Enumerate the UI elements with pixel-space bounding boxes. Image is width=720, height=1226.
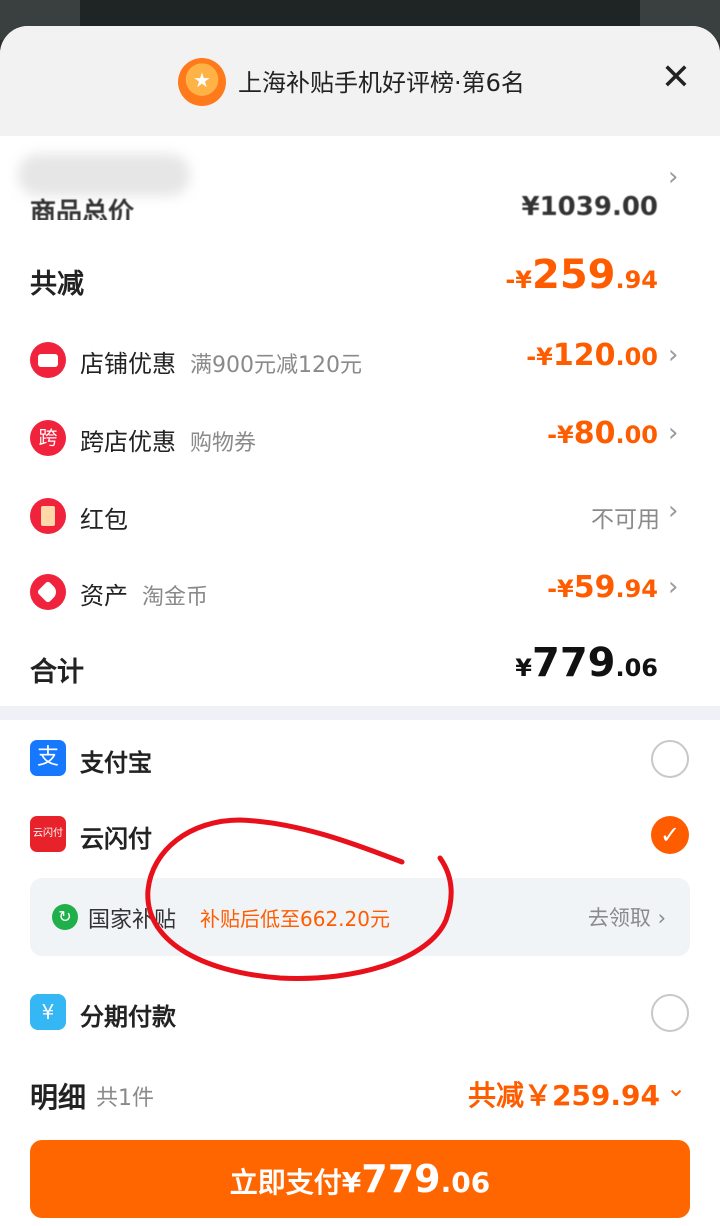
cross-store-amount: -¥80.00 <box>547 416 658 451</box>
alipay-icon: 支 <box>30 740 66 776</box>
claim-subsidy-link[interactable]: 去领取 › <box>588 902 666 932</box>
pay-int: 779 <box>361 1157 441 1201</box>
store-discount-label: 店铺优惠 <box>80 350 176 378</box>
store-discount-amount: -¥120.00 <box>526 338 658 373</box>
cross-dec: .00 <box>615 421 658 449</box>
cross-int: 80 <box>573 416 616 451</box>
checkout-sheet: ★ 上海补贴手机好评榜·第6名 ✕ › 商品总价 ¥1039.00 共减 -¥2… <box>0 26 720 1226</box>
chevron-right-icon: › <box>668 572 679 602</box>
store-prefix: -¥ <box>526 343 553 371</box>
assets-dec: .94 <box>615 575 658 603</box>
installment-label: 分期付款 <box>80 1003 176 1031</box>
subsidy-desc: 补贴后低至662.20元 <box>200 907 390 931</box>
red-envelope-row[interactable]: 红包 不可用 › <box>0 494 720 538</box>
discount-prefix: -¥ <box>505 266 532 294</box>
assets-int: 59 <box>573 570 616 605</box>
pay-label: 立即支付 <box>229 1166 342 1199</box>
tag-icon <box>30 574 66 610</box>
total-dec: .06 <box>615 654 658 682</box>
total-discount-amount: -¥259.94 <box>505 252 658 298</box>
unionpay-label: 云闪付 <box>80 825 152 853</box>
red-envelope-icon <box>30 498 66 534</box>
alipay-label: 支付宝 <box>80 749 152 777</box>
pay-prefix: ¥ <box>341 1166 362 1199</box>
subsidy-label: 国家补贴 <box>88 908 177 933</box>
obscured-amount: ¥1039.00 <box>521 192 658 220</box>
discount-int: 259 <box>531 252 616 298</box>
store-dec: .00 <box>615 343 658 371</box>
installment-radio[interactable] <box>651 994 689 1032</box>
grand-total-label: 合计 <box>30 657 84 688</box>
pay-dec: .06 <box>440 1166 491 1199</box>
store-int: 120 <box>552 338 616 373</box>
payment-method-alipay[interactable]: 支 支付宝 <box>0 738 720 782</box>
chevron-right-icon: › <box>668 418 679 448</box>
subsidy-icon: ↻ <box>52 904 78 930</box>
total-discount-label: 共减 <box>30 269 84 300</box>
grand-total-row: 合计 ¥779.06 <box>0 640 720 696</box>
alipay-radio[interactable] <box>651 740 689 778</box>
chevron-right-icon: › <box>668 496 679 526</box>
payment-method-installment[interactable]: ¥ 分期付款 <box>0 992 720 1036</box>
ranking-header: ★ 上海补贴手机好评榜·第6名 ✕ <box>0 26 720 136</box>
chevron-double-down-icon[interactable]: ⌄ <box>666 1074 686 1102</box>
cross-prefix: -¥ <box>547 421 574 449</box>
obscured-total-row: 商品总价 ¥1039.00 <box>30 190 670 220</box>
unionpay-quickpass-icon: 云闪付 <box>30 816 66 852</box>
detail-saving: 共减￥259.94 <box>467 1079 660 1112</box>
cross-store-sub: 购物券 <box>190 431 257 456</box>
chevron-right-icon: › <box>668 162 679 192</box>
store-icon <box>30 342 66 378</box>
cross-store-label: 跨店优惠 <box>80 428 176 456</box>
chevron-right-icon: › <box>668 340 679 370</box>
order-detail-bar[interactable]: 明细 共1件 共减￥259.94 ⌄ <box>0 1068 720 1118</box>
claim-label: 去领取 <box>587 906 651 930</box>
assets-prefix: -¥ <box>547 575 574 603</box>
total-prefix: ¥ <box>515 654 532 682</box>
ranking-title: 上海补贴手机好评榜·第6名 <box>238 69 525 97</box>
red-envelope-status: 不可用 <box>591 507 660 533</box>
payment-method-unionpay[interactable]: 云闪付 云闪付 ✓ <box>0 814 720 858</box>
installment-icon: ¥ <box>30 994 66 1030</box>
store-discount-sub: 满900元减120元 <box>190 353 362 378</box>
obscured-label: 商品总价 <box>30 198 135 220</box>
grand-total-amount: ¥779.06 <box>515 640 658 686</box>
assets-amount: -¥59.94 <box>547 570 658 605</box>
close-icon[interactable]: ✕ <box>656 58 696 98</box>
cross-store-discount-row[interactable]: 跨 跨店优惠 购物券 -¥80.00 › <box>0 416 720 460</box>
store-discount-row[interactable]: 店铺优惠 满900元减120元 -¥120.00 › <box>0 338 720 382</box>
total-int: 779 <box>531 640 616 686</box>
chevron-right-icon: › <box>657 906 666 930</box>
assets-sub: 淘金币 <box>142 585 209 610</box>
assets-row[interactable]: 资产 淘金币 -¥59.94 › <box>0 570 720 614</box>
cross-store-icon: 跨 <box>30 420 66 456</box>
national-subsidy-banner[interactable]: ↻ 国家补贴 补贴后低至662.20元 去领取 › <box>30 878 690 956</box>
total-discount-row: 共减 -¥259.94 <box>0 252 720 312</box>
discount-dec: .94 <box>615 266 658 294</box>
item-count: 共1件 <box>96 1086 154 1111</box>
assets-label: 资产 <box>80 582 128 610</box>
red-envelope-label: 红包 <box>80 506 128 534</box>
unionpay-radio-checked[interactable]: ✓ <box>651 816 689 854</box>
section-divider <box>0 706 720 720</box>
pay-now-button[interactable]: 立即支付¥779.06 <box>30 1140 690 1218</box>
medal-icon: ★ <box>178 58 226 106</box>
detail-title: 明细 <box>30 1081 87 1114</box>
